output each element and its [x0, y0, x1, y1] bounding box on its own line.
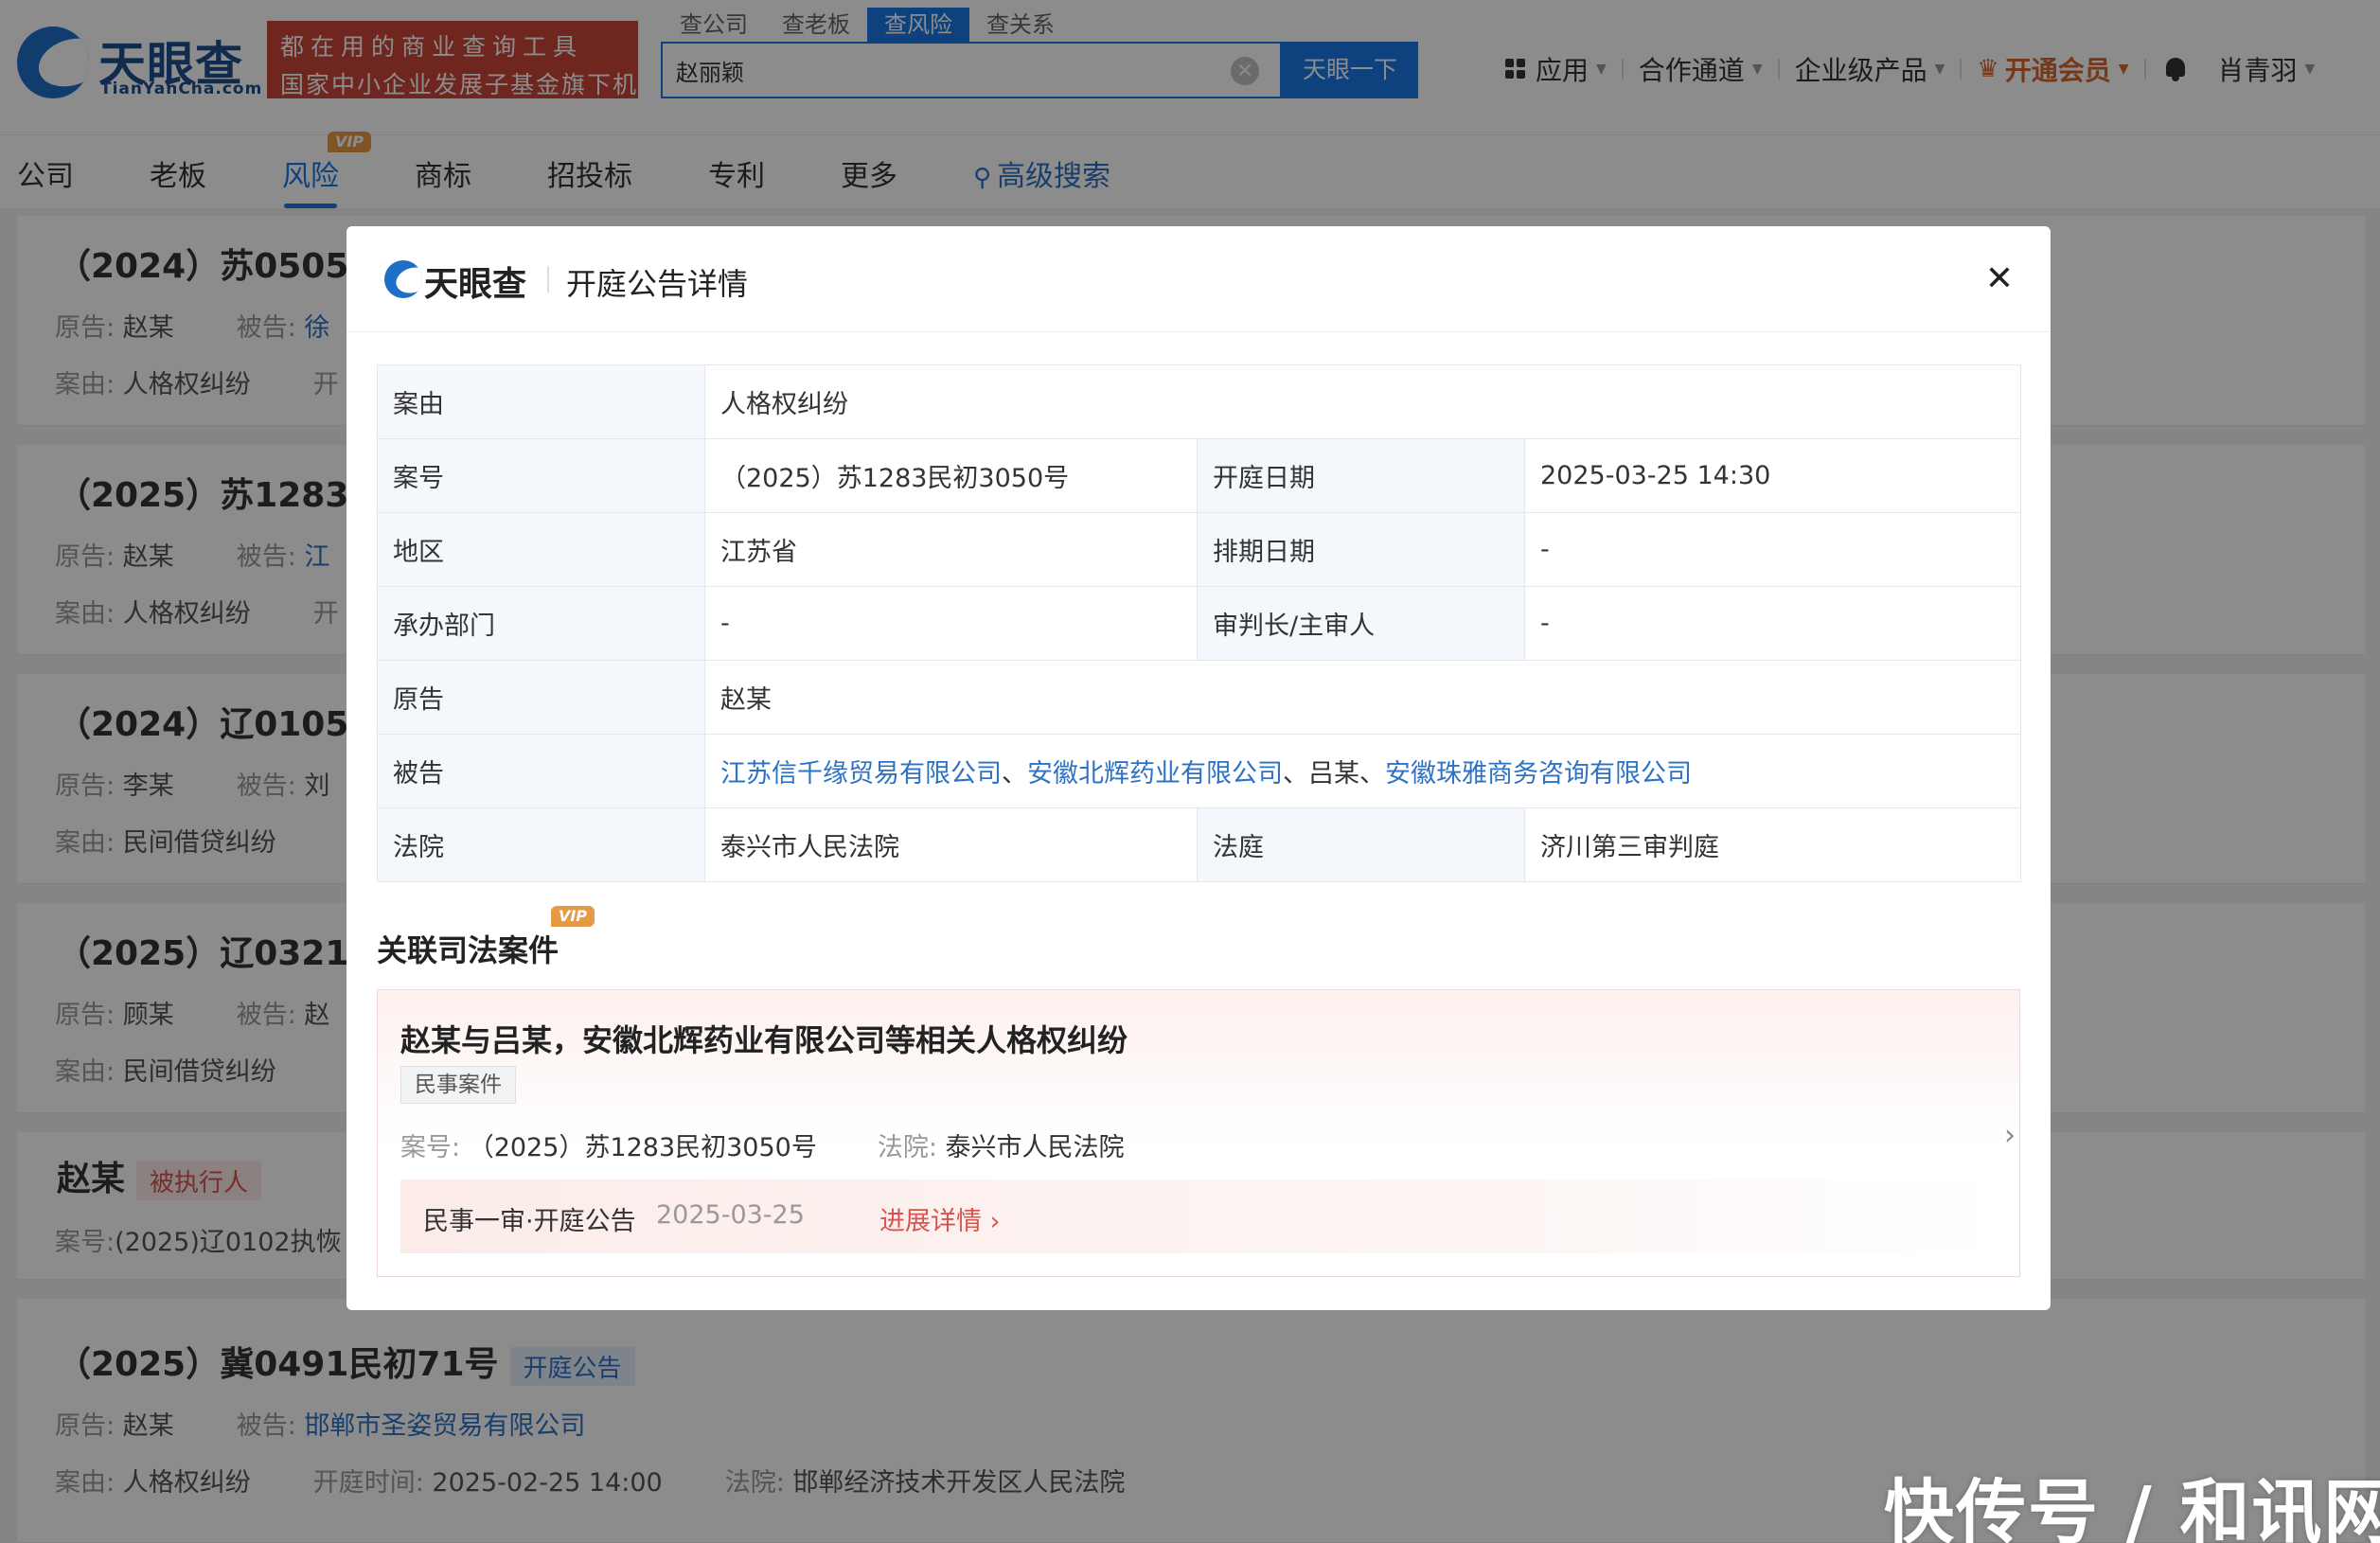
watermark: 快传号 / 和讯网 — [1884, 1472, 2380, 1543]
field-label-defendant: 被告 — [377, 734, 705, 808]
case-number-link[interactable]: （2025）苏1283民初3050号 — [704, 438, 1198, 513]
detail-table: 案由 人格权纠纷 案号 （2025）苏1283民初3050号 开庭日期 2025… — [377, 364, 2021, 882]
table-row: 法院 泰兴市人民法院 法庭 济川第三审判庭 — [377, 807, 2021, 882]
field-value-court: 泰兴市人民法院 — [704, 807, 1198, 882]
progress-bar-row: 民事一审·开庭公告 2025-03-25 进展详情 › — [400, 1179, 2000, 1253]
defendant-link[interactable]: 安徽北辉药业有限公司 — [1027, 759, 1283, 789]
field-value-cause: 人格权纠纷 — [704, 364, 2021, 439]
field-value-region: 江苏省 — [704, 512, 1198, 587]
case-stage-date: 2025-03-25 — [656, 1200, 805, 1230]
field-label-plaintiff: 原告 — [377, 660, 705, 735]
related-case-meta: 案号: （2025）苏1283民初3050号 法院: 泰兴市人民法院 — [400, 1133, 1125, 1162]
related-cases-title: 关联司法案件 — [377, 932, 559, 968]
field-label-court: 法院 — [377, 807, 705, 882]
field-value-hearing-date: 2025-03-25 14:30 — [1524, 438, 2021, 513]
table-row: 被告 江苏信千缘贸易有限公司、安徽北辉药业有限公司、吕某、安徽珠雅商务咨询有限公… — [377, 734, 2021, 808]
case-stage: 民事一审·开庭公告 — [423, 1207, 636, 1236]
related-case-title: 赵某与吕某，安徽北辉药业有限公司等相关人格权纠纷 — [400, 1022, 1128, 1058]
field-value-courtroom: 济川第三审判庭 — [1524, 807, 2021, 882]
field-label-courtroom: 法庭 — [1197, 807, 1525, 882]
table-row: 原告 赵某 — [377, 660, 2021, 735]
field-label-cause: 案由 — [377, 364, 705, 439]
defendant-link[interactable]: 安徽珠雅商务咨询有限公司 — [1385, 759, 1692, 789]
related-case-card[interactable]: 赵某与吕某，安徽北辉药业有限公司等相关人格权纠纷 民事案件 案号: （2025）… — [377, 989, 2020, 1277]
progress-detail-link[interactable]: 进展详情 › — [879, 1200, 1000, 1237]
header-divider — [547, 266, 549, 293]
field-label-region: 地区 — [377, 512, 705, 587]
field-label-department: 承办部门 — [377, 586, 705, 661]
field-label-hearing-date: 开庭日期 — [1197, 438, 1525, 513]
hearing-detail-modal: 天眼查 开庭公告详情 ✕ 案由 人格权纠纷 案号 （2025）苏1283民初30… — [346, 226, 2051, 1310]
field-value-department: - — [704, 586, 1198, 661]
chevron-right-icon: › — [989, 1207, 1001, 1236]
field-value-schedule-date: - — [1524, 512, 2021, 587]
vip-badge: VIP — [551, 906, 595, 927]
table-row: 承办部门 - 审判长/主审人 - — [377, 586, 2021, 661]
table-row: 案由 人格权纠纷 — [377, 364, 2021, 439]
field-label-case-no: 案号 — [377, 438, 705, 513]
modal-logo-text: 天眼查 — [424, 265, 527, 304]
field-label-schedule-date: 排期日期 — [1197, 512, 1525, 587]
chevron-right-icon[interactable]: › — [2004, 1119, 2016, 1152]
field-value-judge: - — [1524, 586, 2021, 661]
field-value-defendants: 江苏信千缘贸易有限公司、安徽北辉药业有限公司、吕某、安徽珠雅商务咨询有限公司 — [704, 734, 2021, 808]
defendant-name: 吕某 — [1308, 759, 1359, 789]
modal-header: 天眼查 开庭公告详情 ✕ — [346, 226, 2051, 332]
logo-eye-icon — [384, 260, 422, 298]
field-value-plaintiff: 赵某 — [704, 660, 2021, 735]
case-type-tag: 民事案件 — [400, 1066, 516, 1104]
defendant-link[interactable]: 江苏信千缘贸易有限公司 — [720, 759, 1002, 789]
table-row: 地区 江苏省 排期日期 - — [377, 512, 2021, 587]
table-row: 案号 （2025）苏1283民初3050号 开庭日期 2025-03-25 14… — [377, 438, 2021, 513]
field-label-judge: 审判长/主审人 — [1197, 586, 1525, 661]
close-icon[interactable]: ✕ — [1980, 260, 2018, 298]
modal-title: 开庭公告详情 — [566, 266, 749, 302]
